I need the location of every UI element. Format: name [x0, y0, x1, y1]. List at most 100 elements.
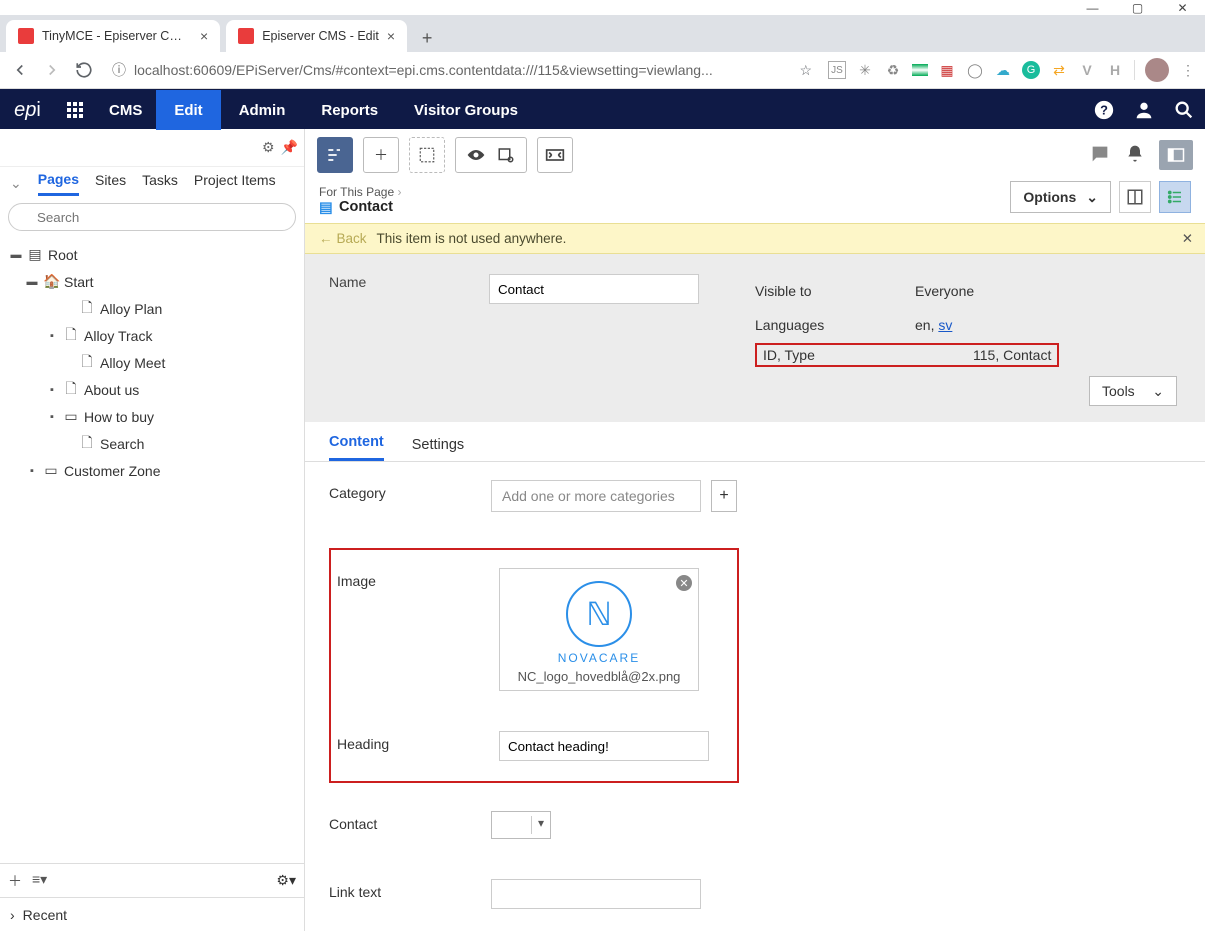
expand-button[interactable]: [537, 137, 573, 173]
recent-row[interactable]: › Recent: [0, 897, 304, 931]
browser-tabbar: TinyMCE - Episerver CMS 11.15.0 × Episer…: [0, 15, 1205, 52]
close-icon[interactable]: ×: [387, 28, 395, 44]
detail-block: Name Visible toEveryone Languagesen, sv …: [305, 254, 1205, 422]
ext-cal-icon[interactable]: ▦: [938, 61, 956, 79]
idtype-highlight: ID, Type115, Contact: [755, 343, 1059, 367]
ext-h-icon[interactable]: H: [1106, 61, 1124, 79]
browser-tab-1[interactable]: TinyMCE - Episerver CMS 11.15.0 ×: [6, 20, 220, 52]
ext-circle-icon[interactable]: ◯: [966, 61, 984, 79]
new-tab-button[interactable]: +: [413, 24, 441, 52]
nav-reload-icon[interactable]: [72, 58, 96, 82]
tree-how-to-buy[interactable]: ▪▭How to buy: [4, 403, 300, 430]
ext-flag-icon[interactable]: [912, 64, 928, 76]
linktext-input[interactable]: [491, 879, 701, 909]
cms-topbar: epi CMS Edit Admin Reports Visitor Group…: [0, 89, 1205, 129]
tree-alloy-track[interactable]: ▪🗋Alloy Track: [4, 322, 300, 349]
lang-sv-link[interactable]: sv: [938, 317, 952, 333]
ext-recycle-icon[interactable]: ♻: [884, 61, 902, 79]
category-input[interactable]: Add one or more categories: [491, 480, 701, 512]
tree-root[interactable]: ▬▤Root: [4, 241, 300, 268]
add-button[interactable]: ＋: [363, 137, 399, 173]
profile-avatar[interactable]: [1145, 58, 1169, 82]
tree-alloy-meet[interactable]: 🗋Alloy Meet: [4, 349, 300, 376]
apps-grid-icon[interactable]: [55, 90, 95, 130]
help-icon[interactable]: ?: [1093, 99, 1115, 124]
nav-back-icon[interactable]: [8, 58, 32, 82]
tab-pages[interactable]: Pages: [38, 171, 79, 196]
ext-g-icon[interactable]: G: [1022, 61, 1040, 79]
add-category-button[interactable]: +: [711, 480, 737, 512]
url-text[interactable]: localhost:60609/EPiServer/Cms/#context=e…: [134, 62, 791, 78]
tree-customer-zone[interactable]: ▪▭Customer Zone: [4, 457, 300, 484]
episerver-logo[interactable]: epi: [0, 90, 55, 130]
tree-search[interactable]: 🗋Search: [4, 430, 300, 457]
browser-tab-2[interactable]: Episerver CMS - Edit ×: [226, 20, 407, 52]
list-menu-icon[interactable]: ≡▾: [32, 871, 47, 891]
user-icon[interactable]: [1133, 99, 1155, 124]
preview-compare-button[interactable]: [455, 137, 527, 173]
heading-label: Heading: [337, 731, 499, 752]
bell-icon[interactable]: [1125, 143, 1145, 168]
back-link[interactable]: ← Back: [319, 231, 367, 246]
cms-tab-reports[interactable]: Reports: [303, 90, 396, 130]
tools-button[interactable]: Tools⌄: [1089, 376, 1177, 406]
add-icon[interactable]: ＋: [8, 871, 22, 891]
tree-about-us[interactable]: ▪🗋About us: [4, 376, 300, 403]
image-card[interactable]: ✕ ℕ NOVACARE NC_logo_hovedblå@2x.png: [499, 568, 699, 691]
remove-image-icon[interactable]: ✕: [676, 575, 692, 591]
name-label: Name: [329, 274, 489, 406]
win-maximize[interactable]: ▢: [1115, 0, 1160, 15]
address-bar: ⓘ localhost:60609/EPiServer/Cms/#context…: [0, 52, 1205, 89]
ext-v-icon[interactable]: V: [1078, 61, 1096, 79]
win-minimize[interactable]: —: [1070, 0, 1115, 15]
left-tabs: ⌄ Pages Sites Tasks Project Items: [0, 167, 304, 199]
favicon-icon: [18, 28, 34, 44]
close-icon[interactable]: ✕: [1182, 231, 1193, 247]
ext-spider-icon[interactable]: ✳: [856, 61, 874, 79]
close-icon[interactable]: ×: [200, 28, 208, 44]
options-button[interactable]: Options⌄: [1010, 181, 1111, 213]
tree-location-button[interactable]: [317, 137, 353, 173]
name-input[interactable]: [489, 274, 699, 304]
tab-tasks[interactable]: Tasks: [142, 172, 178, 194]
tree-alloy-plan[interactable]: 🗋Alloy Plan: [4, 295, 300, 322]
cms-brand-label: CMS: [95, 102, 156, 119]
contact-select[interactable]: [491, 811, 551, 839]
nav-forward-icon[interactable]: [40, 58, 64, 82]
gear-icon[interactable]: ⚙▾: [276, 872, 296, 889]
pin-icon[interactable]: 📌: [281, 139, 298, 156]
ext-cloud-icon[interactable]: ☁: [994, 61, 1012, 79]
search-input[interactable]: [8, 203, 296, 231]
view-split-button[interactable]: [1119, 181, 1151, 213]
linktext-label: Link text: [329, 879, 491, 900]
tab-projectitems[interactable]: Project Items: [194, 172, 276, 194]
category-label: Category: [329, 480, 491, 501]
search-icon[interactable]: [1173, 99, 1195, 124]
tree-start[interactable]: ▬🏠Start: [4, 268, 300, 295]
ext-bolt-icon[interactable]: ⇄: [1050, 61, 1068, 79]
heading-input[interactable]: [499, 731, 709, 761]
view-list-button[interactable]: [1159, 181, 1191, 213]
cms-tab-visitorgroups[interactable]: Visitor Groups: [396, 90, 536, 130]
tab-settings[interactable]: Settings: [412, 437, 464, 461]
gear-icon[interactable]: ⚙: [262, 139, 275, 156]
ext-js-icon[interactable]: JS: [828, 61, 846, 79]
page-tree: ▬▤Root ▬🏠Start 🗋Alloy Plan ▪🗋Alloy Track…: [0, 235, 304, 863]
panel-toggle-button[interactable]: [1159, 140, 1193, 170]
kebab-menu-icon[interactable]: ⋮: [1179, 61, 1197, 79]
editor-area: ＋ For This Page › ▤Contact: [305, 129, 1205, 931]
select-button[interactable]: [409, 137, 445, 173]
editor-toolbar: ＋: [305, 129, 1205, 181]
tab-sites[interactable]: Sites: [95, 172, 126, 194]
win-close[interactable]: ✕: [1160, 0, 1205, 15]
site-info-icon[interactable]: ⓘ: [112, 60, 126, 80]
cms-tab-admin[interactable]: Admin: [221, 90, 304, 130]
tab-content[interactable]: Content: [329, 434, 384, 461]
page-icon: ▤: [319, 200, 333, 214]
star-icon[interactable]: ☆: [799, 62, 812, 79]
cms-tab-edit[interactable]: Edit: [156, 90, 220, 130]
info-message: This item is not used anywhere.: [377, 231, 567, 246]
chevron-down-icon[interactable]: ⌄: [10, 175, 22, 192]
chat-icon[interactable]: [1089, 143, 1111, 168]
highlighted-group: Image ✕ ℕ NOVACARE NC_logo_hovedblå@2x.p…: [329, 548, 739, 783]
